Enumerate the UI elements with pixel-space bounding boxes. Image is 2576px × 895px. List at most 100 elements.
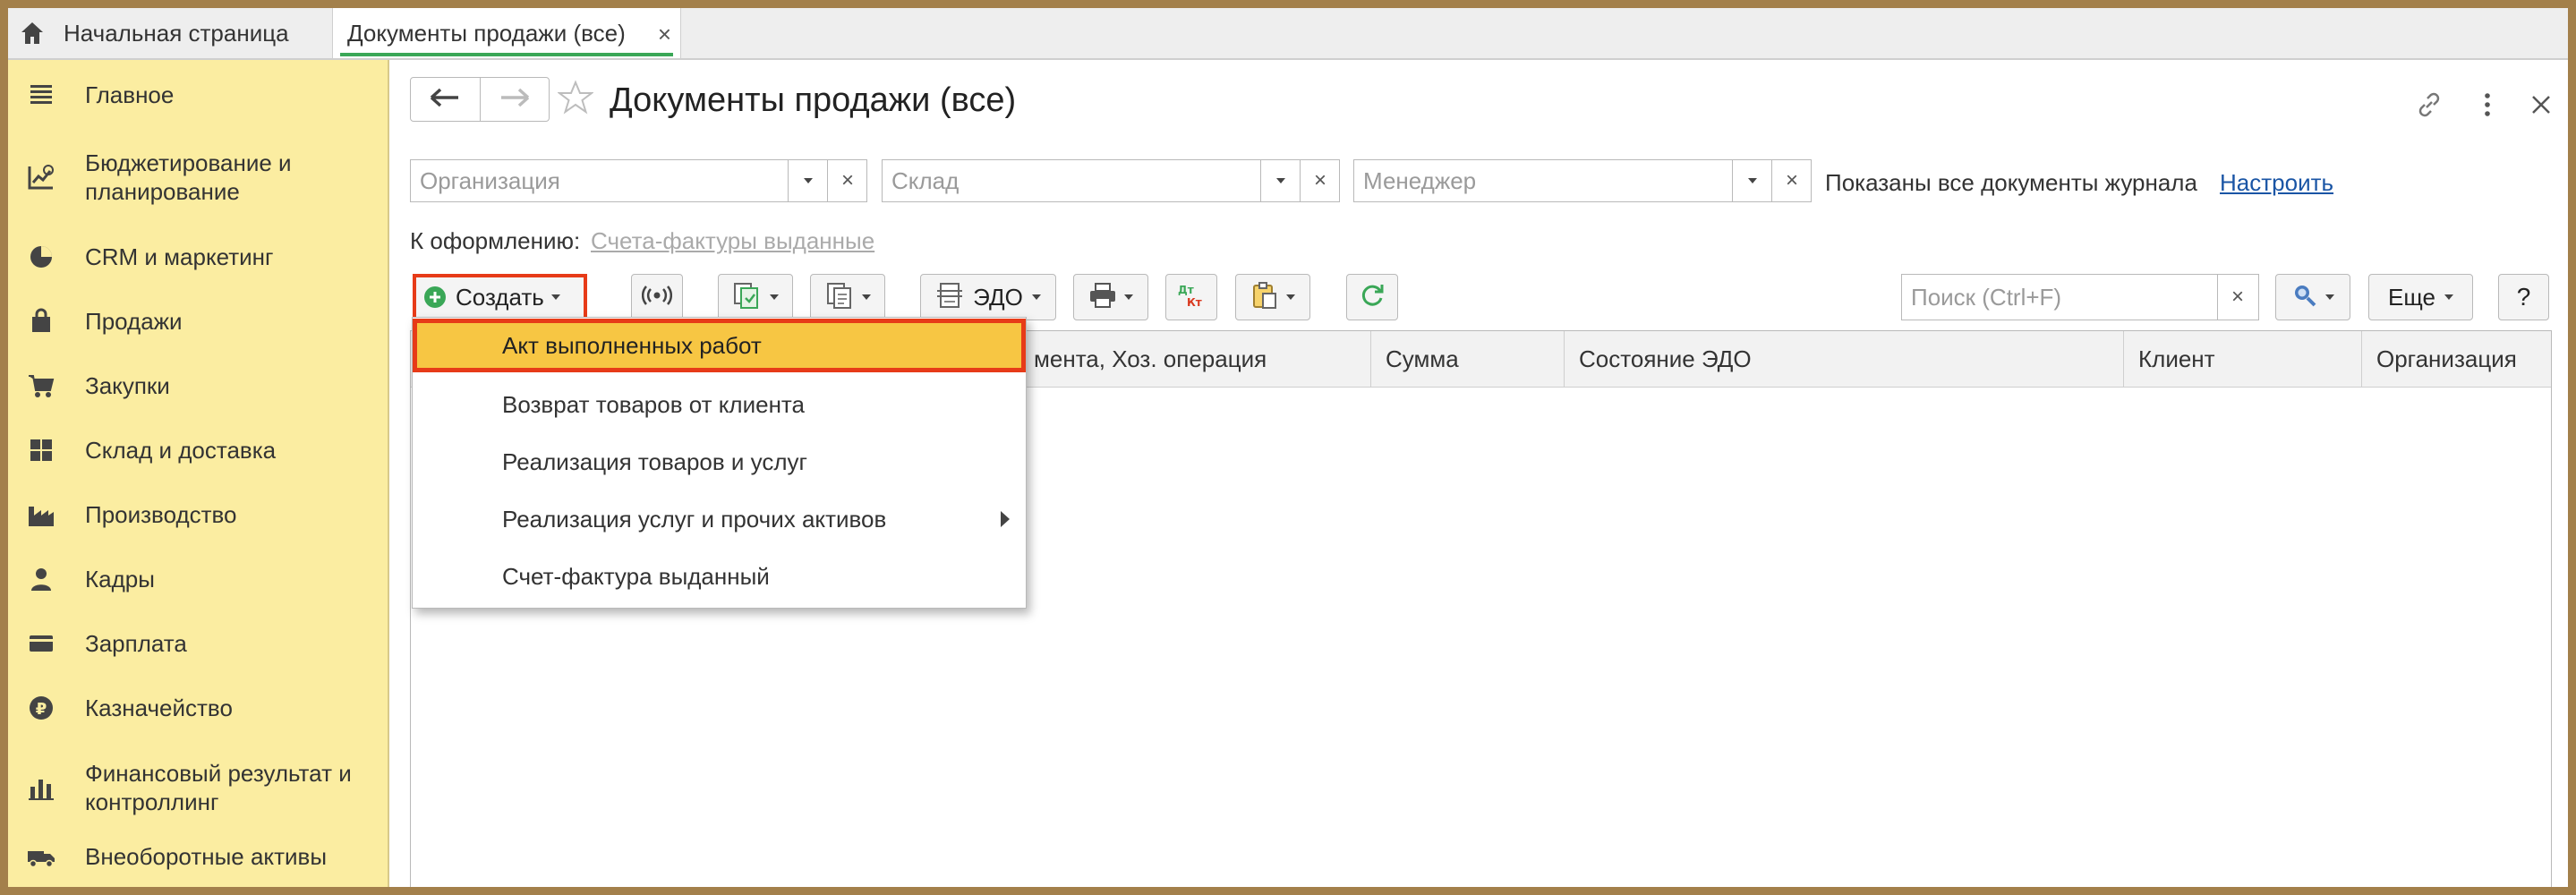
sidebar-item-label: Закупки: [85, 372, 170, 399]
menu-item-act-of-work[interactable]: Акт выполненных работ: [413, 319, 1026, 372]
exchange-button[interactable]: [631, 274, 683, 320]
close-tab-icon[interactable]: ×: [658, 21, 671, 48]
sidebar-item-label: Внеоборотные активы: [85, 843, 328, 870]
column-header-document[interactable]: мента, Хоз. операция: [1019, 331, 1388, 387]
truck-icon: [26, 841, 56, 872]
history-nav: [410, 77, 550, 122]
attachments-button[interactable]: [1235, 274, 1310, 320]
column-header-organization[interactable]: Организация: [2361, 331, 2552, 387]
documents-green-icon: [732, 281, 763, 314]
organization-input[interactable]: [411, 160, 788, 201]
svg-text:Кт: Кт: [1187, 296, 1202, 309]
favorite-star-icon[interactable]: [557, 80, 594, 120]
organization-clear-button[interactable]: ×: [827, 160, 867, 201]
todo-label: К оформлению:: [410, 227, 581, 254]
debit-credit-button[interactable]: Дт Кт: [1165, 274, 1217, 320]
sidebar-item-label: CRM и маркетинг: [85, 243, 274, 270]
tab-bar: Начальная страница Документы продажи (вс…: [8, 8, 2568, 60]
sidebar-item-label: Производство: [85, 501, 237, 528]
chevron-down-icon: [1748, 178, 1757, 183]
paste-document-icon: [1250, 281, 1279, 314]
sidebar-item-fixed-assets[interactable]: Внеоборотные активы: [8, 839, 384, 874]
warehouse-clear-button[interactable]: ×: [1300, 160, 1340, 201]
todo-invoices-link[interactable]: Счета-фактуры выданные: [591, 227, 874, 255]
sidebar-item-crm[interactable]: CRM и маркетинг: [8, 239, 384, 275]
edo-button-label: ЭДО: [973, 283, 1023, 311]
edo-button[interactable]: ЭДО: [920, 274, 1056, 320]
print-button[interactable]: [1073, 274, 1148, 320]
chevron-down-icon: [1124, 294, 1133, 300]
sidebar-item-purchases[interactable]: Закупки: [8, 368, 384, 404]
menu-item-invoice-issued[interactable]: Счет-фактура выданный: [413, 550, 1026, 603]
organization-dropdown-button[interactable]: [788, 160, 828, 201]
manager-filter: ×: [1353, 159, 1812, 202]
forward-button[interactable]: [479, 78, 550, 121]
menu-item-label: Возврат товаров от клиента: [502, 390, 806, 418]
active-tab-indicator: [340, 53, 673, 56]
arrow-left-icon: [430, 88, 460, 112]
more-actions-label: Еще: [2388, 283, 2435, 311]
sidebar-item-label: Зарплата: [85, 630, 187, 657]
manager-input[interactable]: [1354, 160, 1732, 201]
sidebar-item-main[interactable]: Главное: [8, 77, 384, 113]
chevron-down-icon: [862, 294, 871, 300]
create-button[interactable]: Создать: [413, 274, 587, 320]
setup-link[interactable]: Настроить: [2220, 169, 2333, 197]
search-options-button[interactable]: [2275, 274, 2350, 320]
shopping-cart-icon: [26, 371, 56, 401]
chevron-down-icon: [2325, 294, 2334, 300]
sidebar: Главное Бюджетирование и планирование CR…: [8, 60, 389, 887]
related-documents-button[interactable]: [810, 274, 885, 320]
menu-item-customer-return[interactable]: Возврат товаров от клиента: [413, 378, 1026, 431]
create-based-on-button[interactable]: [718, 274, 793, 320]
app-window: Начальная страница Документы продажи (вс…: [8, 8, 2568, 887]
chevron-down-icon: [1276, 178, 1285, 183]
chevron-down-icon: [2444, 294, 2453, 300]
page-title: Документы продажи (все): [610, 81, 1017, 119]
tab-home[interactable]: Начальная страница: [8, 8, 330, 58]
column-header-edo-status[interactable]: Состояние ЭДО: [1564, 331, 2123, 387]
menu-item-sale-services-other-assets[interactable]: Реализация услуг и прочих активов: [413, 492, 1026, 546]
menu-item-label: Счет-фактура выданный: [502, 562, 770, 590]
sidebar-item-label: Кадры: [85, 566, 155, 592]
sidebar-item-production[interactable]: Производство: [8, 497, 384, 533]
sidebar-item-hr[interactable]: Кадры: [8, 561, 384, 597]
manager-clear-button[interactable]: ×: [1771, 160, 1812, 201]
chevron-down-icon: [804, 178, 813, 183]
search-clear-button[interactable]: ×: [2217, 275, 2257, 320]
search-input[interactable]: [1902, 275, 2215, 320]
tab-sales-documents[interactable]: Документы продажи (все) ×: [332, 8, 681, 58]
sidebar-item-treasury[interactable]: ₽ Казначейство: [8, 690, 384, 726]
manager-dropdown-button[interactable]: [1732, 160, 1772, 201]
column-header-client[interactable]: Клиент: [2123, 331, 2361, 387]
person-icon: [26, 564, 56, 594]
menu-item-label: Реализация услуг и прочих активов: [502, 505, 887, 533]
sidebar-item-label: Бюджетирование и планирование: [85, 149, 292, 205]
tab-sales-documents-label: Документы продажи (все): [347, 19, 626, 47]
sidebar-item-budgeting[interactable]: Бюджетирование и планирование: [8, 146, 384, 209]
chevron-down-icon: [1286, 294, 1295, 300]
factory-icon: [26, 499, 56, 530]
debit-credit-icon: Дт Кт: [1175, 282, 1207, 313]
close-window-icon[interactable]: [2528, 89, 2555, 125]
documents-structure-icon: [824, 281, 855, 314]
pie-chart-icon: [26, 242, 56, 272]
sidebar-item-warehouse[interactable]: Склад и доставка: [8, 432, 384, 468]
menu-item-sale-goods-services[interactable]: Реализация товаров и услуг: [413, 435, 1026, 489]
help-button[interactable]: ?: [2498, 274, 2549, 320]
sidebar-item-sales[interactable]: Продажи: [8, 303, 384, 339]
sidebar-item-salary[interactable]: Зарплата: [8, 626, 384, 661]
search-field: ×: [1901, 274, 2259, 320]
more-actions-button[interactable]: Еще: [2368, 274, 2473, 320]
more-vertical-icon[interactable]: [2478, 89, 2496, 125]
column-header-sum[interactable]: Сумма: [1370, 331, 1564, 387]
link-icon[interactable]: [2413, 89, 2445, 125]
warehouse-input[interactable]: [883, 160, 1260, 201]
back-button[interactable]: [411, 78, 480, 121]
refresh-button[interactable]: [1346, 274, 1398, 320]
filter-status-text: Показаны все документы журнала: [1825, 169, 2197, 196]
warehouse-dropdown-button[interactable]: [1260, 160, 1301, 201]
svg-text:Дт: Дт: [1178, 284, 1194, 296]
sidebar-item-financial-result[interactable]: Финансовый результат и контроллинг: [8, 756, 384, 819]
chevron-down-icon: [1031, 294, 1041, 300]
